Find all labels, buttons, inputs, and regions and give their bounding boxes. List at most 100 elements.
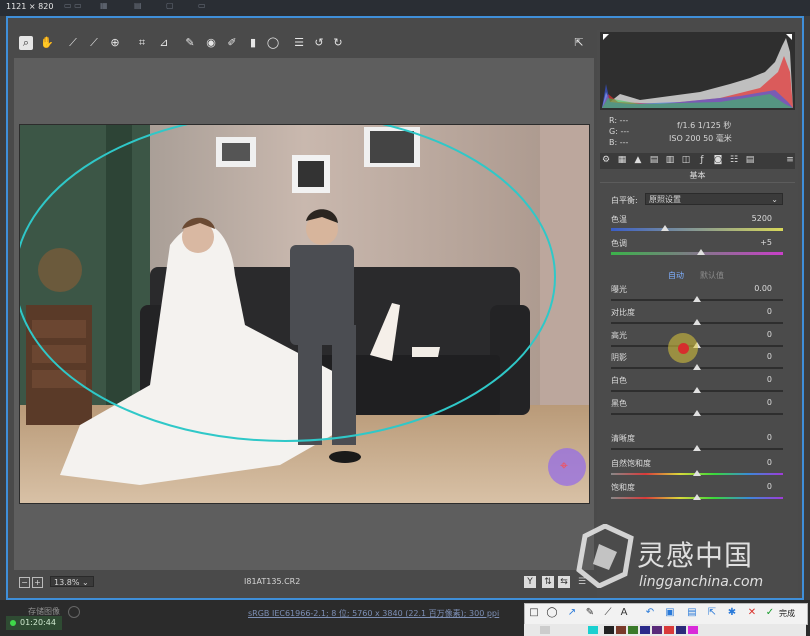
pin-icon[interactable]: ✱ [726,607,738,619]
image-dimensions-label: 1121 × 820 [6,2,54,11]
default-button[interactable]: 默认值 [700,270,724,281]
red-eye-icon[interactable]: ◉ [204,36,218,50]
save-icon[interactable]: ▣ [664,607,676,619]
done-button[interactable]: 完成 [779,608,795,619]
check-icon[interactable]: ✓ [764,607,776,619]
slider-value[interactable]: 0 [732,375,772,384]
palette-swatch[interactable] [676,626,686,634]
ellipse-tool-icon[interactable]: ◯ [546,607,558,619]
preview-bottom-bar [14,573,594,591]
slider-label: 自然饱和度 [611,459,651,468]
rect-tool-icon[interactable]: □ [528,607,540,619]
tab-split-tone-icon[interactable]: ▥ [665,155,675,166]
photo-preview[interactable] [19,124,590,504]
slider-thumb[interactable] [693,410,701,416]
tab-lens-icon[interactable]: ◫ [681,155,691,166]
rotate-ccw-icon[interactable]: ↺ [312,36,326,50]
before-after-y-icon[interactable]: Y [524,576,536,588]
slider-thumb[interactable] [693,494,701,500]
tab-camera-calibration-icon[interactable]: ◙ [713,155,723,166]
watermark-cn: 灵感中国 [637,539,754,572]
slider-value[interactable]: 0 [732,352,772,361]
slider-label: 高光 [611,331,627,340]
tint-value: +5 [760,238,772,247]
section-title: 基本 [600,170,795,183]
share-icon[interactable]: ⇱ [706,607,718,619]
ghost-tab: ▦ [100,1,108,10]
temperature-slider-thumb[interactable] [661,225,669,231]
palette-swatch[interactable] [652,626,662,634]
slider-thumb[interactable] [693,387,701,393]
iso-info: ISO 200 50 毫米 [669,134,732,143]
palette-swatch[interactable] [628,626,638,634]
straighten-tool-icon[interactable]: ⊿ [157,36,171,50]
tab-fx-icon[interactable]: ƒ [697,155,707,166]
slider-thumb[interactable] [693,296,701,302]
palette-swatch[interactable] [640,626,650,634]
chevron-down-icon: ⌄ [771,195,778,204]
tab-detail-icon[interactable]: ▲ [633,155,643,166]
marker-tool-icon[interactable]: ⟋ [602,607,614,619]
slider-value[interactable]: 0 [732,330,772,339]
white-balance-select[interactable]: 原照设置 ⌄ [645,193,783,205]
save-ring-icon [68,606,80,618]
tab-snapshots-icon[interactable]: ▤ [745,155,755,166]
ghost-tab: ▤ [134,1,142,10]
tab-hsl-icon[interactable]: ▤ [649,155,659,166]
swap-settings-icon[interactable]: ⇅ [542,576,554,588]
palette-swatch[interactable] [664,626,674,634]
slider-value[interactable]: 0 [732,458,772,467]
slider-thumb[interactable] [693,364,701,370]
crop-tool-icon[interactable]: ⌗ [135,36,149,50]
copy-icon[interactable]: ▤ [686,607,698,619]
temperature-slider-track[interactable] [611,228,783,231]
ghost-tab: ▭ [198,1,206,10]
zoom-out-icon[interactable]: − [19,577,30,588]
tab-basic-icon[interactable]: ⚙ [601,155,611,166]
auto-button[interactable]: 自动 [668,270,684,281]
watermark-logo: 灵感中国 lingganchina.com [575,522,790,602]
white-balance-tool-icon[interactable]: ⟋ [66,36,80,50]
slider-value[interactable]: 0 [732,482,772,491]
targeted-adjust-icon[interactable]: ⊕ [108,36,122,50]
zoom-in-icon[interactable]: + [32,577,43,588]
undo-icon[interactable]: ↶ [644,607,656,619]
tint-slider-thumb[interactable] [697,249,705,255]
histogram [600,32,795,110]
graduated-filter-icon[interactable]: ▮ [246,36,260,50]
copy-settings-icon[interactable]: ⇆ [558,576,570,588]
slider-value[interactable]: 0 [732,398,772,407]
pen-tool-icon[interactable]: ✎ [584,607,596,619]
cancel-icon[interactable]: ✕ [746,607,758,619]
slider-thumb[interactable] [693,319,701,325]
zoom-tool-icon[interactable]: ⌕ [19,36,33,50]
palette-swatch[interactable] [588,626,598,634]
panel-menu-icon[interactable]: ≡ [785,155,795,166]
workflow-options-link[interactable]: sRGB IEC61966-2.1; 8 位; 5760 x 3840 (22.… [248,608,499,619]
slider-value[interactable]: 0.00 [732,284,772,293]
open-preferences-icon[interactable]: ⇱ [572,36,586,50]
slider-value[interactable]: 0 [732,433,772,442]
rgb-b-readout: B: --- [609,138,629,147]
palette-swatch[interactable] [540,626,550,634]
rotate-cw-icon[interactable]: ↻ [331,36,345,50]
slider-thumb[interactable] [693,470,701,476]
palette-swatch[interactable] [616,626,626,634]
zoom-level-select[interactable]: 13.8% ⌄ [50,576,94,587]
radial-filter-icon[interactable]: ◯ [266,36,280,50]
palette-swatch[interactable] [688,626,698,634]
tab-presets-icon[interactable]: ☷ [729,155,739,166]
crosshair-cursor-icon: ⌖ [560,458,568,474]
slider-label: 黑色 [611,399,627,408]
color-sampler-icon[interactable]: ⟋ [87,36,101,50]
presets-list-icon[interactable]: ☰ [292,36,306,50]
slider-thumb[interactable] [693,445,701,451]
spot-removal-icon[interactable]: ✎ [183,36,197,50]
adjustment-brush-icon[interactable]: ✐ [225,36,239,50]
hand-tool-icon[interactable]: ✋ [40,36,54,50]
palette-swatch[interactable] [604,626,614,634]
slider-value[interactable]: 0 [732,307,772,316]
arrow-tool-icon[interactable]: ↗ [566,607,578,619]
text-tool-icon[interactable]: A [618,607,630,619]
tab-tone-curve-icon[interactable]: ▦ [617,155,627,166]
